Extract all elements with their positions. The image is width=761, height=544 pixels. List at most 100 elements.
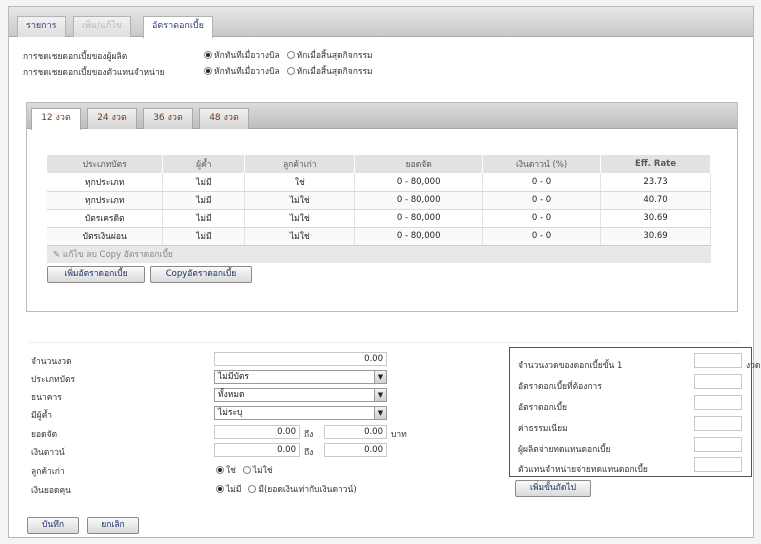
step-unit: งวด [746,361,761,371]
table-row[interactable]: บัตรเครดิต ไม่มี ไม่ใช่ 0 - 80,000 0 - 0… [47,209,711,228]
old-customer-radios: ใช่ ไม่ใช่ [216,463,277,477]
tab-12-installments[interactable]: 12 งวด [31,108,81,130]
radio-selected-icon[interactable] [216,465,224,474]
required-rate-input[interactable] [694,374,742,389]
col-old-customer[interactable]: ลูกค้าเก่า [244,155,356,173]
chevron-down-icon[interactable]: ▼ [374,389,386,401]
cell: 40.70 [600,191,711,210]
cell: ไม่ใช่ [244,227,356,246]
cell: ใช่ [244,173,356,192]
add-next-step-button[interactable]: เพิ่มขั้นถัดไป [515,480,591,497]
amount-label: ยอดจัด [31,430,58,440]
divider [29,342,739,343]
interest-rate-input[interactable] [694,395,742,410]
radio-selected-icon[interactable] [204,50,212,59]
tab-48-installments[interactable]: 48 งวด [199,108,249,129]
cell: 30.69 [600,209,711,228]
balloon-no-option[interactable]: ไม่มี [216,482,241,496]
option-label: หักทันทีเมื่อวางบิล [214,51,280,61]
chevron-down-icon[interactable]: ▼ [374,371,386,383]
cell: 0 - 80,000 [354,191,484,210]
radio-icon[interactable] [286,50,295,59]
option-label: หักเมื่อสิ้นสุดกิจกรรม [296,51,373,61]
option-label: มี(ยอดเงินเท่ากับเงินดาวน์) [258,485,357,495]
step-installments-input[interactable] [694,353,742,368]
window: รายการ เพิ่ม/แก้ไข อัตราดอกเบี้ย การชดเช… [8,6,760,538]
radio-selected-icon[interactable] [216,484,224,493]
cell: 0 - 0 [482,209,602,228]
radio-selected-icon[interactable] [204,66,212,75]
tab-list[interactable]: รายการ [17,16,66,37]
interest-step-panel: จำนวนงวดของดอกเบี้ยขั้น 1 งวด อัตราดอกเบ… [509,347,760,477]
installments-input[interactable]: 0.00 [214,352,387,366]
radio-icon[interactable] [248,484,257,493]
save-button[interactable]: บันทึก [27,517,79,534]
cell: ไม่มี [162,209,246,228]
installment-panel: 12 งวด 24 งวด 36 งวด 48 งวด ประเภทบัตร ผ… [26,102,738,312]
guarantor-label: มีผู้ค้ำ [31,411,53,421]
cell: ทุกประเภท [47,191,164,210]
dealer-compensation-radios: หักทันทีเมื่อวางบิล หักเมื่อสิ้นสุดกิจกร… [204,64,377,78]
col-guarantor[interactable]: ผู้ค้ำ [162,155,246,173]
grid-actions-text[interactable]: แก้ไข ลบ Copy อัตราดอกเบี้ย [63,250,173,260]
maker-pays-input[interactable] [694,437,742,452]
col-eff-rate[interactable]: Eff. Rate [600,155,711,173]
copy-rate-button[interactable]: Copyอัตราดอกเบี้ย [150,266,252,283]
dealer-pays-input[interactable] [694,457,742,472]
cell: ไม่มี [162,191,246,210]
fee-label: ค่าธรรมเนียม [518,424,568,434]
cancel-button[interactable]: ยกเลิก [87,517,139,534]
option-label: ไม่ใช่ [252,466,273,476]
col-card-type[interactable]: ประเภทบัตร [47,155,164,173]
amount-to-word: ถึง [304,430,314,440]
amount-to-input[interactable]: 0.00 [324,425,387,439]
option-label: ไม่มี [226,485,242,495]
old-customer-yes-option[interactable]: ใช่ [216,463,236,477]
rates-table: ประเภทบัตร ผู้ค้ำ ลูกค้าเก่า ยอดจัด เงิน… [47,155,711,246]
cell: ไม่ใช่ [244,209,356,228]
col-amount[interactable]: ยอดจัด [354,155,484,173]
cell: ไม่มี [162,173,246,192]
dealer-deduct-end-option[interactable]: หักเมื่อสิ้นสุดกิจกรรม [286,64,373,78]
cell: 0 - 0 [482,173,602,192]
fee-input[interactable] [694,416,742,431]
cell: 0 - 80,000 [354,227,484,246]
table-row[interactable]: บัตรเงินผ่อน ไม่มี ไม่ใช่ 0 - 80,000 0 -… [47,227,711,246]
maker-compensation-radios: หักทันทีเมื่อวางบิล หักเมื่อสิ้นสุดกิจกร… [204,48,377,62]
table-row[interactable]: ทุกประเภท ไม่มี ใช่ 0 - 80,000 0 - 0 23.… [47,173,711,192]
maker-compensation-label: การชดเชยดอกเบี้ยของผู้ผลิต [23,52,128,62]
cell: 0 - 0 [482,227,602,246]
bank-label: ธนาคาร [31,393,62,403]
maker-deduct-end-option[interactable]: หักเมื่อสิ้นสุดกิจกรรม [286,48,373,62]
dealer-deduct-now-option[interactable]: หักทันทีเมื่อวางบิล [204,64,280,78]
add-rate-button[interactable]: เพิ่มอัตราดอกเบี้ย [47,266,145,283]
cell: 0 - 0 [482,191,602,210]
balloon-yes-option[interactable]: มี(ยอดเงินเท่ากับเงินดาวน์) [248,482,357,496]
maker-deduct-now-option[interactable]: หักทันทีเมื่อวางบิล [204,48,280,62]
old-customer-label: ลูกค้าเก่า [31,467,65,477]
tab-interest-rate[interactable]: อัตราดอกเบี้ย [143,16,213,38]
amount-from-input[interactable]: 0.00 [214,425,300,439]
bank-select[interactable]: ทั้งหมด ▼ [214,388,387,402]
card-type-select[interactable]: ไม่มีบัตร ▼ [214,370,387,384]
cell: 0 - 80,000 [354,209,484,228]
down-from-input[interactable]: 0.00 [214,443,300,457]
tab-24-installments[interactable]: 24 งวด [87,108,137,129]
guarantor-value: ไม่ระบุ [218,408,243,418]
old-customer-no-option[interactable]: ไม่ใช่ [242,463,273,477]
radio-icon[interactable] [242,465,251,474]
down-to-input[interactable]: 0.00 [324,443,387,457]
chevron-down-icon[interactable]: ▼ [374,407,386,419]
cell: ไม่ใช่ [244,191,356,210]
cell: 23.73 [600,173,711,192]
table-row[interactable]: ทุกประเภท ไม่มี ไม่ใช่ 0 - 80,000 0 - 0 … [47,191,711,210]
tab-36-installments[interactable]: 36 งวด [143,108,193,129]
guarantor-select[interactable]: ไม่ระบุ ▼ [214,406,387,420]
pencil-icon: ✎ [53,250,63,260]
tab-add-edit[interactable]: เพิ่ม/แก้ไข [73,16,131,37]
option-label: หักเมื่อสิ้นสุดกิจกรรม [296,67,373,77]
cell: ทุกประเภท [47,173,164,192]
radio-icon[interactable] [286,66,295,75]
table-header-row: ประเภทบัตร ผู้ค้ำ ลูกค้าเก่า ยอดจัด เงิน… [47,155,711,173]
col-down-payment[interactable]: เงินดาวน์ (%) [482,155,602,173]
